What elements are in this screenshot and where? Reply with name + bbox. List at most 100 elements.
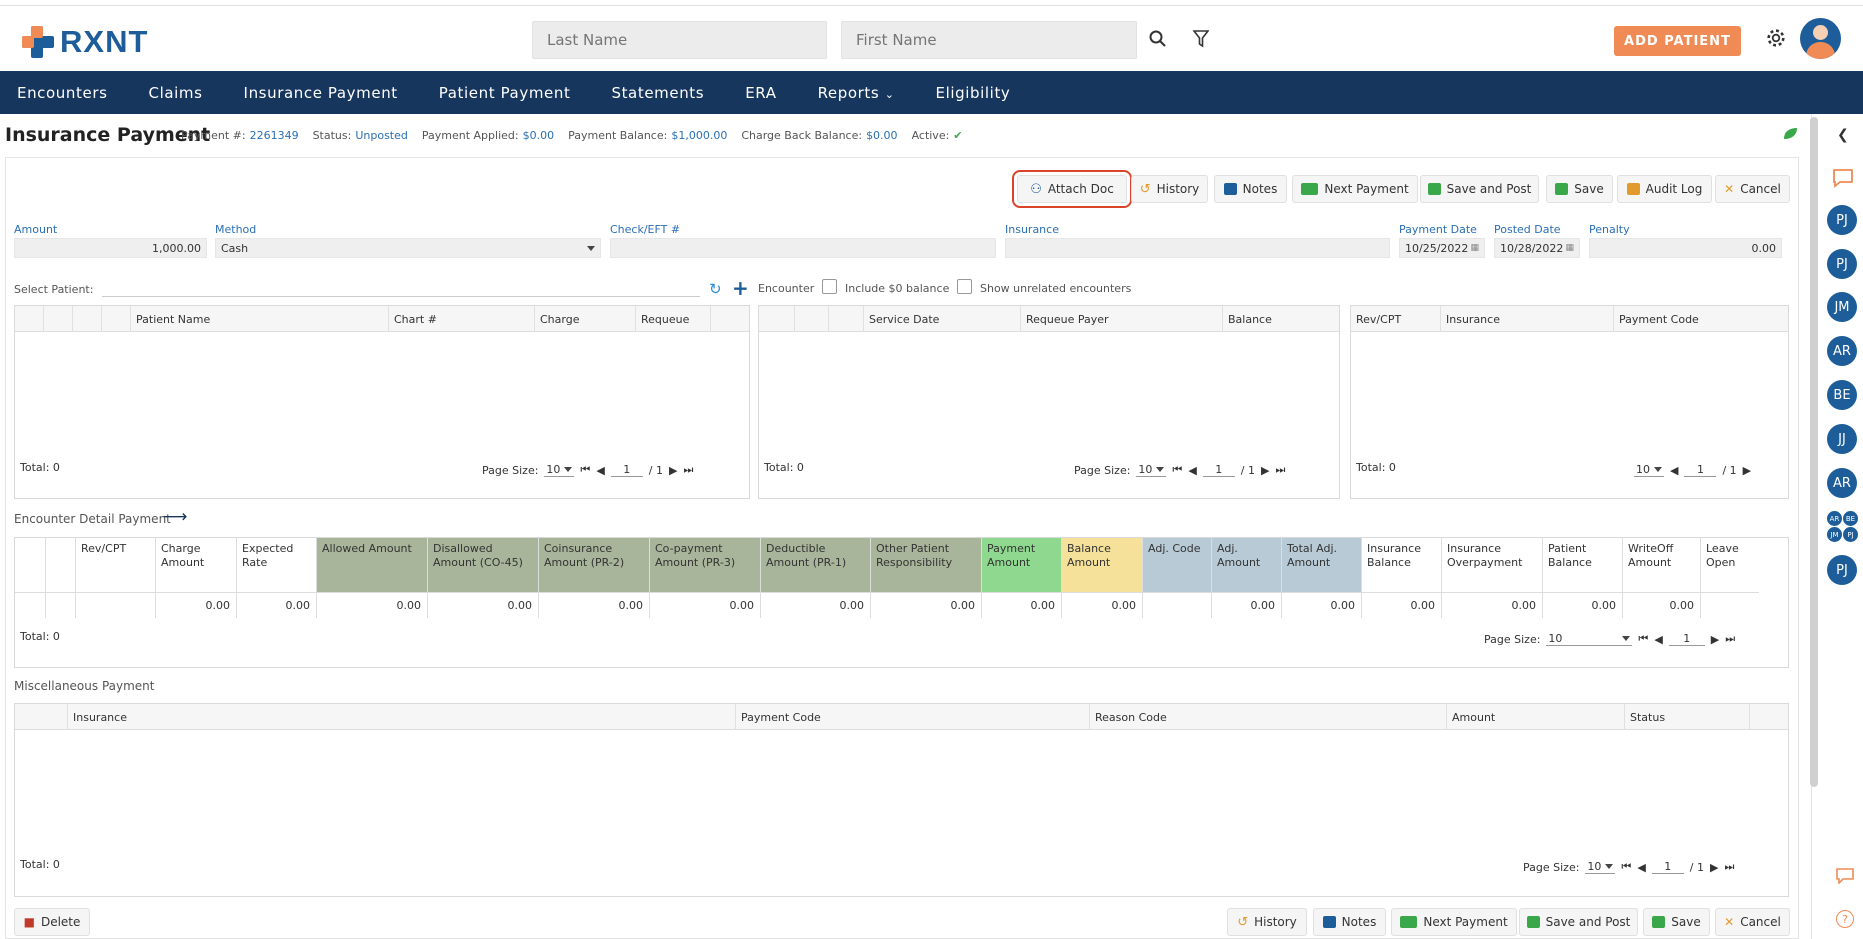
page-number-input[interactable]: 1 [1684, 463, 1717, 477]
footer-next-payment-button[interactable]: Next Payment [1391, 908, 1517, 936]
col-chart-number[interactable]: Chart # [388, 306, 534, 332]
detail-cell[interactable]: 0.00 [538, 592, 649, 618]
col-rev-cpt[interactable]: Rev/CPT [1351, 306, 1440, 332]
avatar[interactable]: JJ [1827, 424, 1857, 454]
message-icon[interactable] [1836, 868, 1854, 884]
last-page-icon[interactable]: ⏭ [1275, 463, 1285, 477]
gear-icon[interactable] [1766, 28, 1786, 48]
prev-page-icon[interactable]: ◀ [1188, 464, 1196, 477]
penalty-input[interactable]: 0.00 [1589, 238, 1782, 258]
last-name-input[interactable] [532, 21, 827, 59]
avatar[interactable]: BE [1827, 380, 1857, 410]
avatar[interactable]: PJ [1827, 205, 1857, 235]
delete-button[interactable]: ■ Delete [14, 908, 90, 936]
detail-cell[interactable]: 0.00 [981, 592, 1061, 618]
detail-cell[interactable]: 0.00 [1361, 592, 1441, 618]
detail-col-header[interactable]: Adj. Code [1142, 538, 1211, 592]
mini-avatar[interactable]: BE [1843, 511, 1858, 526]
last-page-icon[interactable]: ⏭ [1724, 860, 1734, 874]
avatar[interactable]: PJ [1827, 555, 1857, 585]
footer-save-and-post-button[interactable]: Save and Post [1519, 908, 1638, 936]
filter-icon[interactable] [1193, 29, 1209, 49]
method-select[interactable]: Cash [215, 238, 601, 258]
next-payment-button[interactable]: Next Payment [1292, 175, 1418, 203]
detail-cell[interactable]: 0.00 [1441, 592, 1542, 618]
detail-col-header[interactable]: Total Adj. Amount [1281, 538, 1361, 592]
detail-col-header[interactable]: Other Patient Responsibility [870, 538, 981, 592]
search-icon[interactable] [1149, 30, 1167, 48]
col-charge[interactable]: Charge [534, 306, 635, 332]
avatar[interactable]: JM [1827, 292, 1857, 322]
first-page-icon[interactable]: ⏮ [580, 463, 590, 477]
col-service-date[interactable]: Service Date [863, 306, 1020, 332]
detail-col-header[interactable]: Deductible Amount (PR-1) [760, 538, 870, 592]
col-payment-code[interactable]: Payment Code [735, 704, 1089, 730]
insurance-input[interactable] [1005, 238, 1390, 258]
detail-col-header[interactable]: Co-payment Amount (PR-3) [649, 538, 760, 592]
detail-cell[interactable]: 0.00 [1542, 592, 1622, 618]
detail-cell[interactable]: 0.00 [316, 592, 427, 618]
nav-eligibility[interactable]: Eligibility [912, 84, 1028, 102]
next-page-icon[interactable]: ▶ [1743, 464, 1751, 477]
detail-col-header[interactable]: Patient Balance [1542, 538, 1622, 592]
page-number-input[interactable]: 1 [1651, 860, 1684, 874]
col-insurance[interactable]: Insurance [1440, 306, 1613, 332]
show-unrelated-checkbox[interactable] [957, 279, 972, 294]
detail-col-header[interactable]: Charge Amount [155, 538, 236, 592]
page-size-select[interactable]: 10 [544, 463, 575, 477]
avatar[interactable]: PJ [1827, 249, 1857, 279]
col-payment-code[interactable]: Payment Code [1613, 306, 1785, 332]
detail-col-header[interactable]: Adj. Amount [1211, 538, 1281, 592]
detail-cell[interactable] [1142, 592, 1211, 618]
prev-page-icon[interactable]: ◀ [1654, 633, 1662, 646]
mini-avatar[interactable]: AR [1827, 511, 1842, 526]
detail-col-header[interactable]: Insurance Balance [1361, 538, 1441, 592]
amount-input[interactable]: 1,000.00 [14, 238, 207, 258]
arrow-right-icon[interactable]: ⟶ [163, 507, 187, 527]
detail-col-header[interactable]: Allowed Amount [316, 538, 427, 592]
col-insurance[interactable]: Insurance [67, 704, 735, 730]
page-number-input[interactable]: 1 [1668, 632, 1705, 646]
col-requeue[interactable]: Requeue [635, 306, 710, 332]
audit-log-button[interactable]: Audit Log [1617, 175, 1712, 203]
first-name-input[interactable] [841, 21, 1137, 59]
footer-notes-button[interactable]: Notes [1313, 908, 1386, 936]
detail-col-header[interactable]: Payment Amount [981, 538, 1061, 592]
col-balance[interactable]: Balance [1222, 306, 1340, 332]
footer-history-button[interactable]: ↺ History [1227, 908, 1307, 936]
footer-save-button[interactable]: Save [1643, 908, 1710, 936]
avatar[interactable]: AR [1827, 336, 1857, 366]
first-page-icon[interactable]: ⏮ [1638, 632, 1648, 646]
prev-page-icon[interactable]: ◀ [1670, 464, 1678, 477]
select-patient-input[interactable] [102, 296, 700, 297]
notes-button[interactable]: Notes [1214, 175, 1287, 203]
col-reason-code[interactable]: Reason Code [1089, 704, 1446, 730]
save-button[interactable]: Save [1546, 175, 1613, 203]
page-size-select[interactable]: 10 [1546, 632, 1633, 646]
page-size-select[interactable]: 10 [1136, 463, 1167, 477]
detail-cell[interactable]: 0.00 [1211, 592, 1281, 618]
first-page-icon[interactable]: ⏮ [1172, 463, 1182, 477]
col-patient-name[interactable]: Patient Name [130, 306, 403, 332]
leaf-icon[interactable] [1782, 127, 1798, 141]
next-page-icon[interactable]: ▶ [1710, 861, 1718, 874]
detail-col-header[interactable]: Expected Rate [236, 538, 316, 592]
check-eft-input[interactable] [610, 238, 996, 258]
plus-icon[interactable]: + [732, 276, 749, 300]
detail-cell[interactable]: 0.00 [236, 592, 316, 618]
detail-cell[interactable]: 0.00 [649, 592, 760, 618]
col-status[interactable]: Status [1624, 704, 1749, 730]
nav-encounters[interactable]: Encounters [0, 84, 125, 102]
detail-col-header[interactable]: Insurance Overpayment [1441, 538, 1542, 592]
add-patient-button[interactable]: ADD PATIENT [1614, 26, 1741, 56]
page-number-input[interactable]: 1 [1202, 463, 1235, 477]
refresh-icon[interactable]: ↻ [709, 280, 722, 298]
payment-date-input[interactable]: 10/25/2022 ▦ [1399, 238, 1485, 258]
detail-cell[interactable] [75, 592, 155, 618]
footer-cancel-button[interactable]: ✕ Cancel [1715, 908, 1790, 936]
nav-era[interactable]: ERA [721, 84, 793, 102]
detail-cell[interactable]: 0.00 [155, 592, 236, 618]
nav-reports[interactable]: Reports ⌄ [794, 84, 912, 102]
mini-avatar[interactable]: PJ [1843, 527, 1858, 542]
help-icon[interactable]: ? [1836, 910, 1854, 928]
